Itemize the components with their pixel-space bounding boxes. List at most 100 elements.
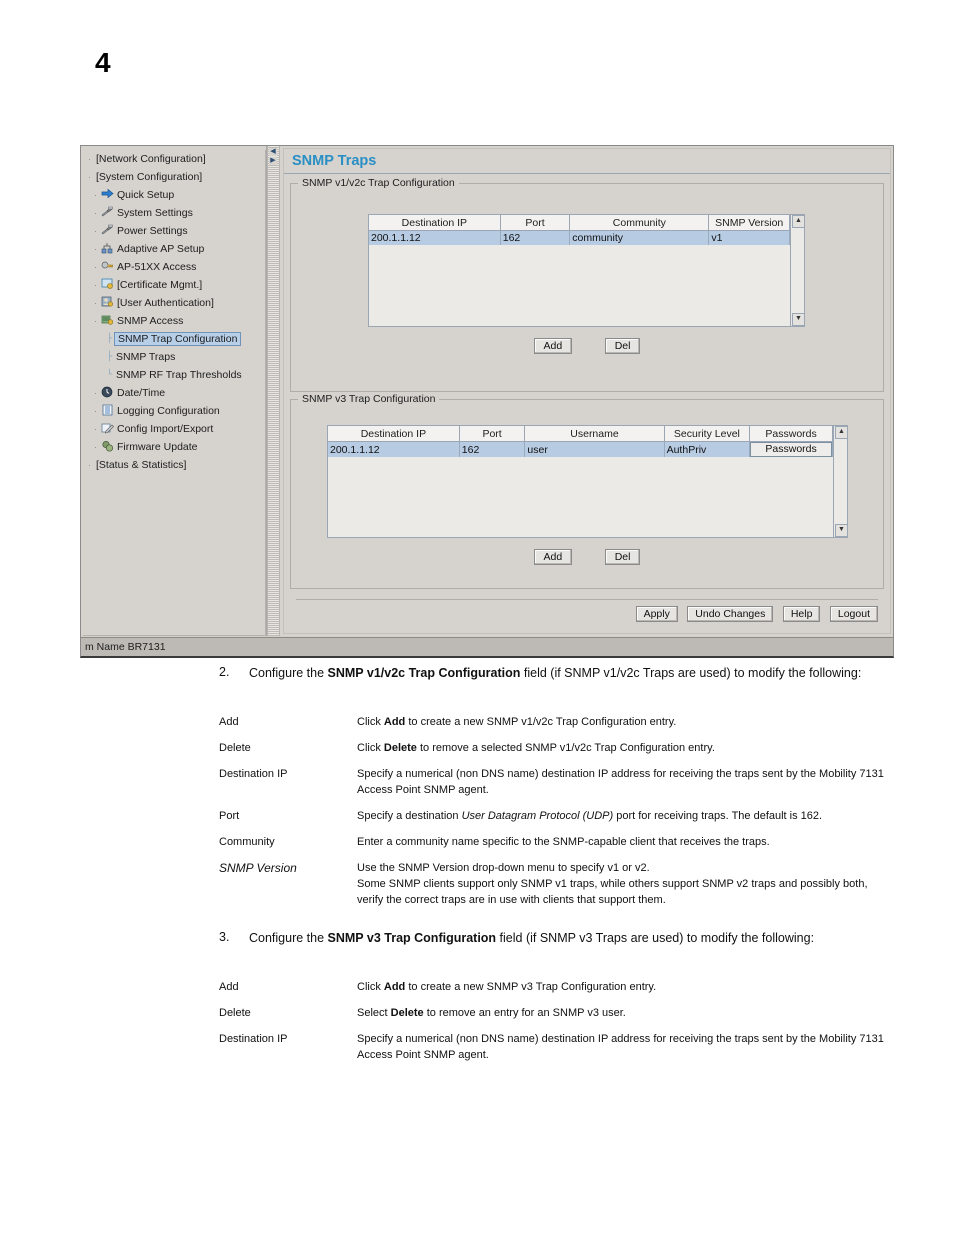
tree-node-icon: ·	[94, 405, 97, 416]
v3-add-button[interactable]: Add	[533, 549, 573, 565]
tree-branch-icon: └	[106, 369, 113, 380]
tree-branch-icon: ├	[106, 351, 113, 362]
table-row[interactable]: 200.1.1.12 162 community v1	[369, 230, 790, 246]
sidebar-item-system-settings[interactable]: · System Settings	[83, 204, 265, 222]
apply-button[interactable]: Apply	[635, 606, 678, 622]
form-action-bar: Apply Undo Changes Help Logout	[296, 599, 878, 625]
sidebar-item-snmp-rf-trap-thresholds[interactable]: └ SNMP RF Trap Thresholds	[83, 366, 265, 384]
sidebar-item-snmp-trap-configuration[interactable]: ├ SNMP Trap Configuration	[83, 330, 265, 348]
scroll-down-icon[interactable]: ▼	[792, 313, 805, 326]
v1v2c-del-button[interactable]: Del	[604, 338, 641, 354]
v1v2c-add-button[interactable]: Add	[533, 338, 573, 354]
passwords-button[interactable]: Passwords	[750, 442, 832, 457]
definition-description: Specify a numerical (non DNS name) desti…	[357, 766, 894, 798]
panel-splitter[interactable]: ◀ ▶	[267, 146, 280, 636]
sidebar-item-power-settings[interactable]: · Power Settings	[83, 222, 265, 240]
sidebar-item-adaptive-ap-setup[interactable]: · Adaptive AP Setup	[83, 240, 265, 258]
sidebar-item-certificate-mgmt[interactable]: · [Certificate Mgmt.]	[83, 276, 265, 294]
sidebar-item-label: Firmware Update	[117, 441, 198, 453]
description-part-a: Specify a numerical (non DNS name) desti…	[357, 768, 884, 796]
navigation-sidebar[interactable]: · [Network Configuration] · [System Configu…	[81, 146, 267, 636]
table-cell[interactable]: 162	[459, 441, 526, 457]
snmp-v1v2c-scrollbar[interactable]: ▲ ▼	[790, 215, 805, 326]
sidebar-item-status-statistics[interactable]: · [Status & Statistics]	[83, 456, 265, 474]
column-header[interactable]: Security Level	[664, 426, 751, 442]
sidebar-item-label: Config Import/Export	[117, 423, 214, 435]
sidebar-item-quick-setup[interactable]: · Quick Setup	[83, 186, 265, 204]
sidebar-item-firmware-update[interactable]: · Firmware Update	[83, 438, 265, 456]
column-header[interactable]: Passwords	[749, 426, 833, 442]
table-cell[interactable]: community	[569, 230, 710, 246]
table-cell[interactable]: v1	[708, 230, 790, 246]
table-cell[interactable]: user	[524, 441, 665, 457]
scroll-up-icon[interactable]: ▲	[835, 426, 848, 439]
definition-description: Select Delete to remove an entry for an …	[357, 1005, 894, 1021]
sidebar-item-logging-configuration[interactable]: · Logging Configuration	[83, 402, 265, 420]
sidebar-item-label: Adaptive AP Setup	[117, 243, 205, 255]
user-key-icon	[100, 296, 115, 311]
definition-description: Use the SNMP Version drop-down menu to s…	[357, 860, 894, 908]
sidebar-item-network-configuration[interactable]: · [Network Configuration]	[83, 150, 265, 168]
definition-description: Click Delete to remove a selected SNMP v…	[357, 740, 894, 756]
tree-node-icon: ·	[88, 171, 91, 182]
column-header[interactable]: Community	[569, 215, 710, 231]
tree-node-icon: ·	[94, 189, 97, 200]
definition-term: Port	[219, 810, 240, 822]
description-part-a: Click	[357, 742, 384, 754]
description-part-a: Specify a destination	[357, 810, 462, 822]
definition-term: Delete	[219, 1007, 251, 1019]
table-cell[interactable]: 200.1.1.12	[328, 441, 460, 457]
table-cell[interactable]: Passwords	[749, 441, 833, 457]
snmp-v3-scrollbar[interactable]: ▲ ▼	[833, 426, 848, 537]
table-cell[interactable]: 162	[500, 230, 571, 246]
pencil-icon	[100, 422, 115, 437]
column-header[interactable]: Destination IP	[328, 426, 460, 442]
tree-node-icon: ·	[94, 315, 97, 326]
snmp-v1v2c-table[interactable]: Destination IP Port Community SNMP Version …	[369, 215, 790, 326]
table-empty-area	[369, 245, 790, 326]
definition-row: Community Enter a community name specific…	[0, 834, 954, 850]
snmp-v1v2c-table-wrapper[interactable]: Destination IP Port Community SNMP Version …	[368, 214, 805, 327]
sidebar-item-snmp-access[interactable]: · SNMP Access	[83, 312, 265, 330]
sidebar-item-snmp-traps[interactable]: ├ SNMP Traps	[83, 348, 265, 366]
v3-del-button[interactable]: Del	[604, 549, 641, 565]
help-button[interactable]: Help	[782, 606, 821, 622]
splitter-collapse-left-icon[interactable]: ◀	[269, 148, 277, 156]
tree-node-icon: ·	[94, 387, 97, 398]
description-emphasis: Add	[383, 716, 406, 728]
sidebar-item-label: SNMP Trap Configuration	[114, 332, 242, 346]
step-3-lead-bold: SNMP v3 Trap Configuration	[327, 931, 497, 945]
sidebar-item-ap-51xx-access[interactable]: · AP-51XX Access	[83, 258, 265, 276]
sidebar-item-label: [Status & Statistics]	[96, 459, 187, 471]
table-cell[interactable]: AuthPriv	[664, 441, 751, 457]
table-cell[interactable]: 200.1.1.12	[369, 230, 501, 246]
column-header[interactable]: Port	[459, 426, 526, 442]
snmp-v1v2c-group-legend: SNMP v1/v2c Trap Configuration	[298, 177, 459, 189]
sidebar-item-config-import-export[interactable]: · Config Import/Export	[83, 420, 265, 438]
sidebar-item-system-configuration[interactable]: · [System Configuration]	[83, 168, 265, 186]
snmp-key-icon	[100, 314, 115, 329]
step-2-lead-bold: SNMP v1/v2c Trap Configuration	[327, 666, 521, 680]
table-row[interactable]: 200.1.1.12 162 user AuthPriv Passwords	[328, 441, 833, 457]
snmp-v3-table-wrapper[interactable]: Destination IP Port Username Security Level…	[327, 425, 848, 538]
content-panel: SNMP Traps SNMP v1/v2c Trap Configuratio…	[280, 146, 893, 636]
logout-button[interactable]: Logout	[829, 606, 878, 622]
column-header[interactable]: Username	[524, 426, 665, 442]
column-header[interactable]: Port	[500, 215, 571, 231]
tree-node-icon: ·	[88, 153, 91, 164]
page-title: SNMP Traps	[284, 149, 890, 174]
scroll-up-icon[interactable]: ▲	[792, 215, 805, 228]
column-header[interactable]: SNMP Version	[708, 215, 790, 231]
sidebar-item-label: SNMP Traps	[116, 351, 176, 363]
definition-term: Destination IP	[219, 768, 288, 780]
sidebar-item-date-time[interactable]: · Date/Time	[83, 384, 265, 402]
scroll-down-icon[interactable]: ▼	[835, 524, 848, 537]
table-empty-area	[328, 457, 833, 537]
undo-changes-button[interactable]: Undo Changes	[687, 606, 774, 622]
sidebar-item-user-authentication[interactable]: · [User Authentication]	[83, 294, 265, 312]
splitter-expand-right-icon[interactable]: ▶	[269, 157, 277, 165]
snmp-v3-table[interactable]: Destination IP Port Username Security Level…	[328, 426, 833, 537]
chips-icon	[100, 440, 115, 455]
column-header[interactable]: Destination IP	[369, 215, 501, 231]
